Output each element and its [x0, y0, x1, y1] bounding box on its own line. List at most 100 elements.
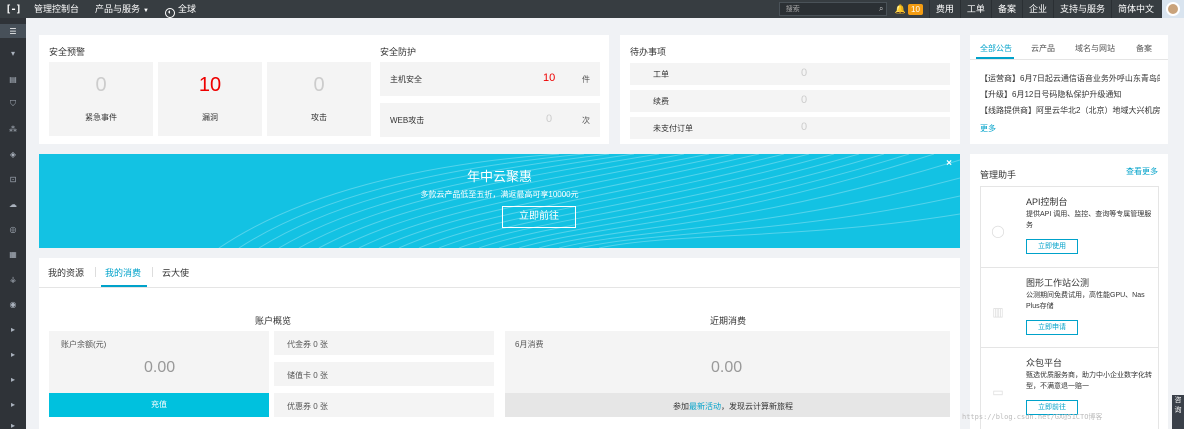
avatar[interactable]	[1162, 0, 1184, 18]
recharge-button[interactable]: 充值	[49, 393, 269, 417]
voucher-row[interactable]: 代金券 0 张	[274, 331, 494, 355]
todo-row-tickets[interactable]: 工单 0	[630, 63, 950, 85]
balance-label: 账户余额(元)	[61, 340, 107, 349]
stat-urgent-events[interactable]: 0 紧急事件	[49, 62, 153, 136]
notification-badge[interactable]: 10	[908, 3, 923, 15]
console-link[interactable]: 管理控制台	[26, 0, 87, 18]
api-console-icon: ◯	[991, 224, 1005, 238]
consumption-period: 6月消费	[515, 340, 544, 349]
products-menu[interactable]: 产品与服务 ▼	[87, 0, 157, 18]
stat-value: 0	[95, 74, 107, 96]
shield-icon[interactable]: ⛉	[0, 97, 26, 111]
promo-row: 参加最新活动，发现云计算新旅程	[505, 393, 950, 417]
filing-link[interactable]: 备案	[990, 0, 1022, 18]
chevron-right-icon[interactable]: ▸	[0, 418, 26, 429]
security-alert-title: 安全预警	[49, 47, 86, 57]
apply-now-button[interactable]: 立即申请	[1026, 320, 1078, 335]
language-link[interactable]: 简体中文	[1110, 0, 1160, 18]
top-navbar: [-] 管理控制台 产品与服务▼ ◐全球 ⌕ 🔔 10 费用 工单 备案 企业 …	[0, 0, 1184, 18]
helper-item-api: ◯ API控制台 提供API 调用、监控、查询等专属管理服务 立即使用	[980, 186, 1159, 276]
eye-icon[interactable]: ◉	[0, 297, 26, 311]
scrollbar[interactable]	[1172, 18, 1184, 395]
disc-icon[interactable]: ◎	[0, 222, 26, 236]
promo-text: 参加最新活动，发现云计算新旅程	[673, 401, 793, 412]
fees-link[interactable]: 费用	[928, 0, 960, 18]
view-more-link[interactable]: 查看更多	[1126, 166, 1158, 177]
helper-item-workstation: ▥ 图形工作站公测 公测期间免费试用，高性能GPU、Nas Plus存储 立即申…	[980, 267, 1159, 357]
logo-icon[interactable]: [-]	[0, 0, 26, 18]
sidebar: ☰ ▾ ▤ ⛉ ⁂ ◈ ⊡ ☁ ◎ ▦ ⚶ ◉ ▸ ▸ ▸ ▸ ▸	[0, 18, 26, 429]
todo-row-unpaid[interactable]: 未支付订单 0	[630, 117, 950, 139]
globe-icon: ◐	[164, 8, 175, 18]
support-link[interactable]: 支持与服务	[1052, 0, 1111, 18]
announcement-item[interactable]: 【升级】6月12日号码隐私保护升级通知	[980, 89, 1160, 100]
helper-item-desc: 甄选优质服务商，助力中小企业数字化转型，不满意退一赔一	[1026, 372, 1152, 390]
tab-my-consumption[interactable]: 我的消费	[105, 266, 141, 279]
cluster-icon[interactable]: ⁂	[0, 122, 26, 136]
chevron-right-icon[interactable]: ▸	[0, 397, 26, 411]
tab-filing[interactable]: 备案	[1136, 43, 1152, 54]
chevron-right-icon[interactable]: ▸	[0, 347, 26, 361]
tab-all-announcements[interactable]: 全部公告	[980, 43, 1012, 54]
stored-card-label: 储值卡 0 张	[287, 371, 328, 380]
more-announcements-link[interactable]: 更多	[980, 123, 996, 134]
helper-item-title: 众包平台	[1026, 358, 1063, 368]
announcement-item[interactable]: 【运营商】6月7日起云通信语音业务外呼山东青岛的...	[980, 73, 1160, 84]
menu-toggle-icon[interactable]: ☰	[0, 24, 26, 38]
chevron-down-icon[interactable]: ▾	[0, 46, 26, 60]
search-icon[interactable]: ⌕	[877, 4, 886, 14]
announcements-card: 全部公告 云产品 域名与网站 备案 【运营商】6月7日起云通信语音业务外呼山东青…	[970, 35, 1168, 144]
defense-row-web[interactable]: WEB攻击 0 次	[380, 103, 600, 137]
chevron-right-icon[interactable]: ▸	[0, 372, 26, 386]
grid-icon[interactable]: ▦	[0, 247, 26, 261]
enterprise-link[interactable]: 企业	[1021, 0, 1053, 18]
row-unit: 次	[582, 116, 590, 125]
announcement-item[interactable]: 【线路提供商】阿里云华北2（北京）地域大兴机房...	[980, 105, 1160, 116]
banner-go-button[interactable]: 立即前往	[502, 206, 576, 228]
tab-cloud-products[interactable]: 云产品	[1031, 43, 1055, 54]
stat-vulnerabilities[interactable]: 10 漏洞	[158, 62, 262, 136]
promo-prefix: 参加	[673, 402, 689, 411]
tab-domains[interactable]: 域名与网站	[1075, 43, 1115, 54]
region-label: 全球	[177, 4, 196, 14]
workstation-icon: ▥	[992, 305, 1004, 319]
tabs-divider	[39, 287, 960, 288]
stat-value: 10	[198, 74, 222, 96]
consult-float-button[interactable]: 咨询	[1172, 395, 1184, 429]
bell-icon[interactable]: 🔔	[895, 4, 906, 15]
layers-icon[interactable]: ◈	[0, 147, 26, 161]
row-value: 0	[801, 67, 808, 79]
promo-banner[interactable]: 年中云聚惠 多款云产品低至五折，满返最高可享10000元 立即前往 ×	[39, 154, 960, 248]
stat-label: 漏洞	[202, 113, 218, 122]
consumption-panel: 我的资源 我的消费 云大使 账户概览 账户余额(元) 0.00 充值 代金券 0…	[39, 258, 960, 429]
todo-card: 待办事项 工单 0 续费 0 未支付订单 0	[620, 35, 960, 144]
consumption-value: 0.00	[711, 359, 743, 376]
tab-my-resources[interactable]: 我的资源	[48, 266, 84, 279]
network-icon[interactable]: ⚶	[0, 272, 26, 286]
list-icon[interactable]: ▤	[0, 72, 26, 86]
chevron-right-icon[interactable]: ▸	[0, 322, 26, 336]
balance-value: 0.00	[144, 359, 176, 376]
voucher-label: 代金券 0 张	[287, 340, 328, 349]
tab-cloud-ambassador[interactable]: 云大使	[162, 266, 189, 279]
region-selector[interactable]: ◐ 全球	[157, 0, 204, 18]
stat-attacks[interactable]: 0 攻击	[267, 62, 371, 136]
cube-icon[interactable]: ⊡	[0, 172, 26, 186]
defense-row-host[interactable]: 主机安全 10 件	[380, 62, 600, 96]
cloud-icon[interactable]: ☁	[0, 197, 26, 211]
row-value: 0	[801, 121, 808, 133]
todo-row-renew[interactable]: 续费 0	[630, 90, 950, 112]
todo-title: 待办事项	[630, 47, 667, 57]
search-input[interactable]	[779, 3, 877, 15]
tickets-link[interactable]: 工单	[959, 0, 991, 18]
row-label: 未支付订单	[653, 124, 693, 133]
row-label: 工单	[653, 70, 669, 79]
coupon-row[interactable]: 优惠券 0 张	[274, 393, 494, 417]
latest-activity-link[interactable]: 最新活动	[689, 402, 721, 411]
stored-card-row[interactable]: 储值卡 0 张	[274, 362, 494, 386]
close-icon[interactable]: ×	[946, 158, 952, 169]
tabs-divider	[970, 59, 1168, 60]
tab-divider	[152, 267, 153, 277]
use-now-button[interactable]: 立即使用	[1026, 239, 1078, 254]
row-unit: 件	[582, 75, 590, 84]
